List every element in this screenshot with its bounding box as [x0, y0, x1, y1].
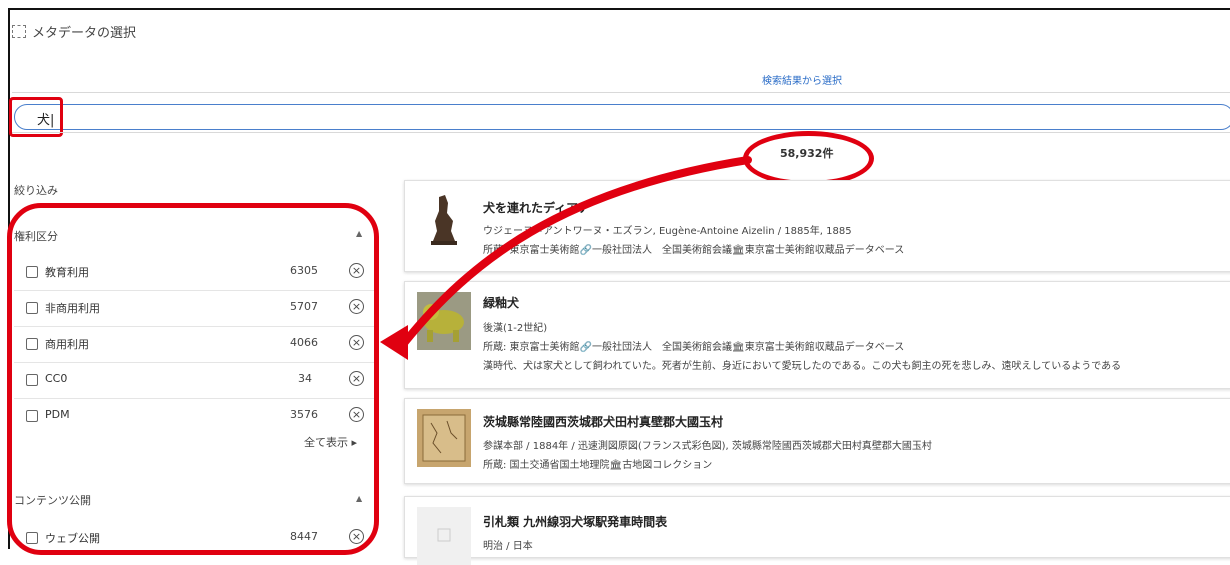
filter-label: 絞り込み: [14, 184, 58, 197]
dialog-title-text: メタデータの選択: [32, 26, 137, 41]
divider: [12, 92, 1230, 93]
annotation-ellipse-count: [743, 131, 874, 186]
thumbnail-bronze-statue: [417, 191, 471, 249]
result-meta: 後漢(1-2世紀): [483, 323, 548, 334]
result-title[interactable]: 緑釉犬: [483, 294, 519, 311]
result-item[interactable]: 緑釉犬 後漢(1-2世紀) 所蔵: 東京富士美術館🔗一般社団法人 全国美術館会議…: [404, 281, 1230, 389]
select-icon: [12, 25, 26, 38]
result-meta: 明治 / 日本: [483, 541, 533, 552]
result-item[interactable]: 犬を連れたディアナ ウジェーヌ＝アントワーヌ・エズラン, Eugène-Anto…: [404, 180, 1230, 272]
result-holder: 所蔵: 東京富士美術館🔗一般社団法人 全国美術館会議🏛東京富士美術館収蔵品データ…: [483, 245, 905, 256]
result-holder: 所蔵: 国土交通省国土地理院🏛古地図コレクション: [483, 460, 713, 471]
result-title[interactable]: 茨城縣常陸國西茨城郡犬田村真壁郡大國玉村: [483, 413, 723, 430]
result-holder: 所蔵: 東京富士美術館🔗一般社団法人 全国美術館会議🏛東京富士美術館収蔵品データ…: [483, 342, 905, 353]
thumbnail-green-glaze-dog: [417, 292, 471, 350]
result-title[interactable]: 引札類 九州線羽犬塚駅発車時間表: [483, 513, 667, 530]
divider: [12, 132, 1230, 133]
result-item[interactable]: 茨城縣常陸國西茨城郡犬田村真壁郡大國玉村 参謀本部 / 1884年 / 迅速測図…: [404, 398, 1230, 484]
result-meta: 参謀本部 / 1884年 / 迅速測図原図(フランス式彩色図), 茨城縣常陸國西…: [483, 441, 932, 452]
search-input[interactable]: [35, 107, 439, 129]
result-item[interactable]: 引札類 九州線羽犬塚駅発車時間表 明治 / 日本: [404, 496, 1230, 565]
tab-search-results[interactable]: 検索結果から選択: [762, 72, 842, 87]
thumbnail-old-map: [417, 409, 471, 467]
result-description: 漢時代、犬は家犬として飼われていた。死者が生前、身近において愛玩したのである。こ…: [483, 361, 1122, 372]
image-placeholder-icon: [417, 507, 471, 565]
annotation-outline-facets: [7, 203, 379, 555]
dialog-title: メタデータの選択: [12, 22, 136, 41]
annotation-box-search: [9, 97, 63, 137]
result-title[interactable]: 犬を連れたディアナ: [483, 199, 590, 216]
result-meta: ウジェーヌ＝アントワーヌ・エズラン, Eugène-Antoine Aizeli…: [483, 226, 852, 237]
search-box[interactable]: [14, 104, 1230, 130]
